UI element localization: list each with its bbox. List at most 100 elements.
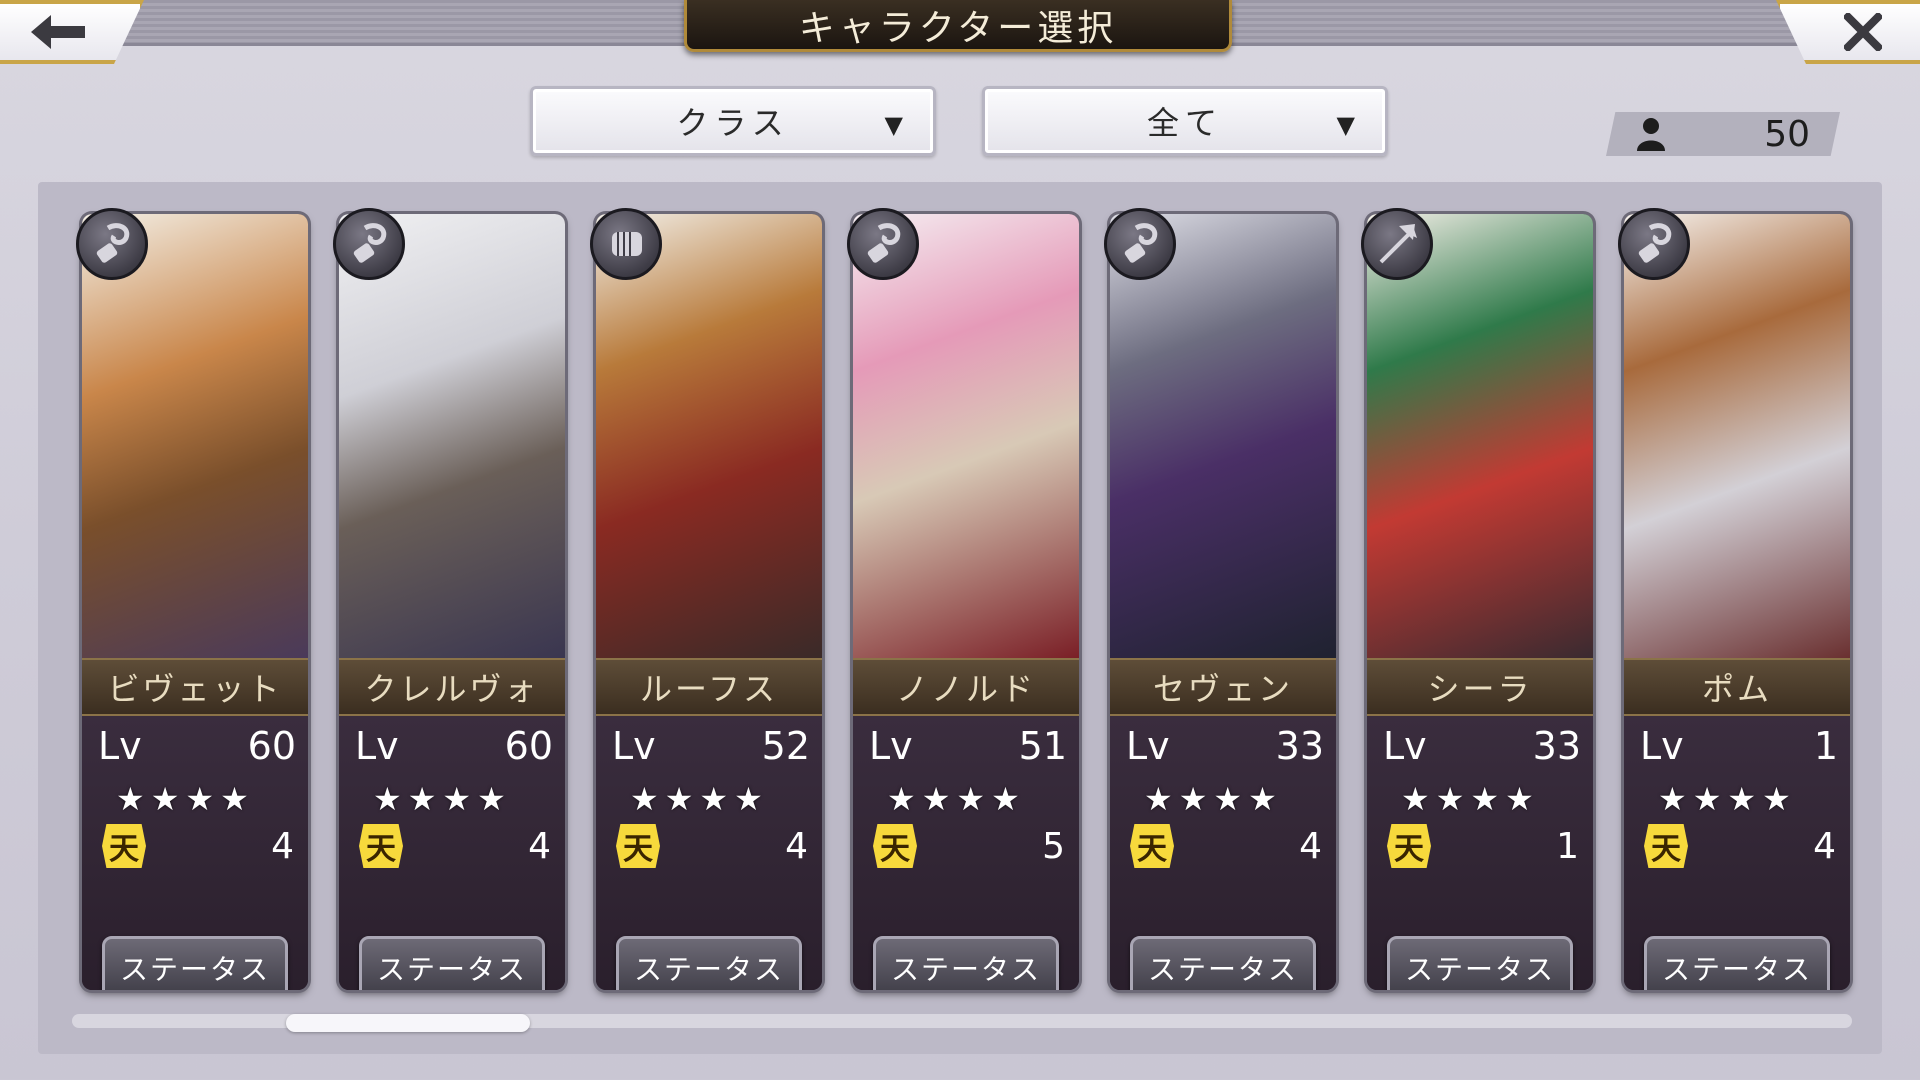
character-stats: Lv 52 ★ ★ ★ ★ 天 4 ステータス	[596, 716, 822, 990]
ten-value: 4	[1299, 825, 1322, 867]
character-portrait	[82, 214, 308, 658]
level-value: 60	[247, 724, 296, 768]
star-icon: ★	[991, 780, 1020, 818]
character-stats: Lv 60 ★ ★ ★ ★ 天 4 ステータス	[339, 716, 565, 990]
star-icon: ★	[116, 780, 145, 818]
character-stats: Lv 33 ★ ★ ★ ★ 天 1 ステータス	[1367, 716, 1593, 990]
character-nameplate: ノノルド	[853, 658, 1079, 716]
character-portrait	[853, 214, 1079, 658]
status-button[interactable]: ステータス	[616, 936, 802, 990]
character-card[interactable]: セヴェン Lv 33 ★ ★ ★ ★ 天 4 ステータス	[1110, 214, 1336, 990]
level-label: Lv	[355, 724, 399, 768]
fist-icon	[590, 208, 662, 280]
star-icon: ★	[956, 780, 986, 818]
scrollbar-thumb[interactable]	[286, 1014, 530, 1032]
whip-icon	[333, 208, 405, 280]
character-card[interactable]: ルーフス Lv 52 ★ ★ ★ ★ 天 4 ステータス	[596, 214, 822, 990]
star-icon: ★	[407, 780, 437, 818]
level-value: 60	[504, 724, 553, 768]
star-icon: ★	[921, 780, 951, 818]
status-button-label: ステータス	[119, 953, 270, 986]
character-card[interactable]: ノノルド Lv 51 ★ ★ ★ ★ 天 5 ステータス	[853, 214, 1079, 990]
status-button[interactable]: ステータス	[873, 936, 1059, 990]
star-icon: ★	[1505, 780, 1534, 818]
status-button[interactable]: ステータス	[359, 936, 545, 990]
star-rating: ★ ★ ★ ★	[1658, 780, 1791, 818]
ten-value: 4	[528, 825, 551, 867]
ten-value: 5	[1042, 825, 1065, 867]
whip-icon	[847, 208, 919, 280]
star-icon: ★	[664, 780, 694, 818]
character-stats: Lv 51 ★ ★ ★ ★ 天 5 ステータス	[853, 716, 1079, 990]
ten-value: 4	[1813, 825, 1836, 867]
star-icon: ★	[1470, 780, 1500, 818]
character-portrait	[1624, 214, 1850, 658]
character-name: ノノルド	[895, 670, 1036, 708]
person-icon	[1637, 118, 1665, 151]
character-name: ルーフス	[639, 670, 779, 708]
status-button-label: ステータス	[890, 953, 1041, 986]
character-stats: Lv 1 ★ ★ ★ ★ 天 4 ステータス	[1624, 716, 1850, 990]
star-icon: ★	[442, 780, 472, 818]
status-button-label: ステータス	[1147, 953, 1298, 986]
character-name: ポム	[1701, 670, 1772, 708]
star-rating: ★ ★ ★ ★	[1144, 780, 1277, 818]
star-icon: ★	[220, 780, 249, 818]
ten-row: 天 4	[1644, 824, 1836, 868]
star-icon: ★	[699, 780, 729, 818]
star-icon: ★	[185, 780, 215, 818]
level-label: Lv	[1640, 724, 1684, 768]
status-button[interactable]: ステータス	[1644, 936, 1830, 990]
status-button[interactable]: ステータス	[1387, 936, 1573, 990]
star-icon: ★	[1762, 780, 1791, 818]
character-name: ビヴェット	[107, 670, 283, 708]
character-stats: Lv 33 ★ ★ ★ ★ 天 4 ステータス	[1110, 716, 1336, 990]
level-label: Lv	[612, 724, 656, 768]
star-rating: ★ ★ ★ ★	[630, 780, 763, 818]
close-button[interactable]	[1776, 0, 1920, 64]
character-card[interactable]: クレルヴォ Lv 60 ★ ★ ★ ★ 天 4 ステータス	[339, 214, 565, 990]
level-label: Lv	[869, 724, 913, 768]
star-icon: ★	[1178, 780, 1208, 818]
arrow-icon	[1361, 208, 1433, 280]
star-icon: ★	[1401, 780, 1430, 818]
level-row: Lv 60	[355, 724, 553, 768]
level-label: Lv	[98, 724, 142, 768]
level-value: 51	[1018, 724, 1067, 768]
character-card[interactable]: ビヴェット Lv 60 ★ ★ ★ ★ 天 4 ステータス	[82, 214, 308, 990]
character-card[interactable]: シーラ Lv 33 ★ ★ ★ ★ 天 1 ステータス	[1367, 214, 1593, 990]
scope-filter-dropdown[interactable]: 全て ▼	[982, 86, 1388, 156]
star-rating: ★ ★ ★ ★	[373, 780, 506, 818]
character-card[interactable]: ポム Lv 1 ★ ★ ★ ★ 天 4 ステータス	[1624, 214, 1850, 990]
star-icon: ★	[373, 780, 402, 818]
level-value: 52	[761, 724, 810, 768]
character-portrait	[339, 214, 565, 658]
character-portrait	[1110, 214, 1336, 658]
scope-filter-label: 全て	[1146, 104, 1223, 142]
ten-row: 天 4	[359, 824, 551, 868]
star-rating: ★ ★ ★ ★	[887, 780, 1020, 818]
class-filter-dropdown[interactable]: クラス ▼	[530, 86, 936, 156]
character-nameplate: シーラ	[1367, 658, 1593, 716]
chevron-down-icon: ▼	[1336, 111, 1355, 139]
star-icon: ★	[1435, 780, 1465, 818]
character-name: シーラ	[1427, 670, 1533, 708]
character-nameplate: セヴェン	[1110, 658, 1336, 716]
level-row: Lv 60	[98, 724, 296, 768]
status-button-label: ステータス	[633, 953, 784, 986]
level-value: 33	[1532, 724, 1581, 768]
character-nameplate: ビヴェット	[82, 658, 308, 716]
level-row: Lv 1	[1640, 724, 1838, 768]
ten-value: 4	[785, 825, 808, 867]
level-label: Lv	[1126, 724, 1170, 768]
star-icon: ★	[887, 780, 916, 818]
character-name: セヴェン	[1152, 670, 1293, 708]
ten-value: 4	[271, 825, 294, 867]
status-button[interactable]: ステータス	[102, 936, 288, 990]
status-button-label: ステータス	[1404, 953, 1555, 986]
status-button[interactable]: ステータス	[1130, 936, 1316, 990]
ten-row: 天 4	[616, 824, 808, 868]
character-stats: Lv 60 ★ ★ ★ ★ 天 4 ステータス	[82, 716, 308, 990]
level-value: 1	[1813, 724, 1838, 768]
back-button[interactable]	[0, 0, 144, 64]
